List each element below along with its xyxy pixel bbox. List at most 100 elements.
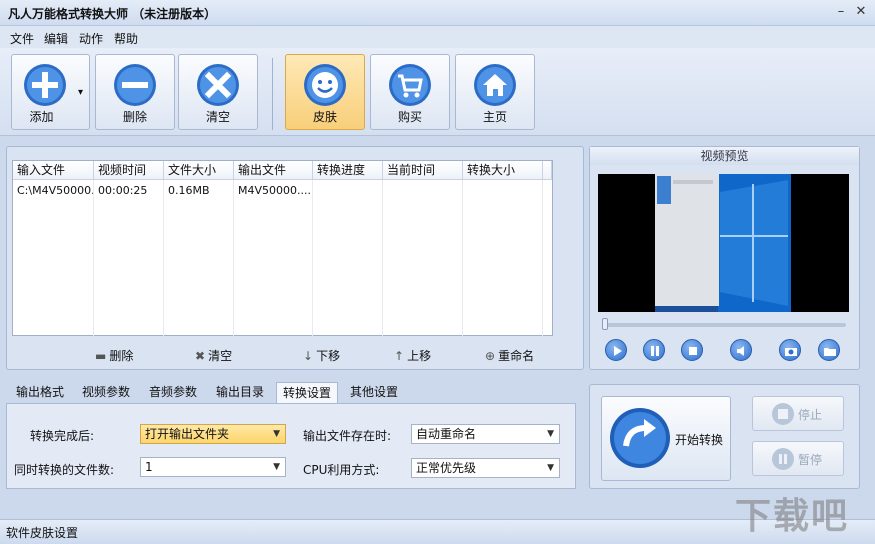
add-button[interactable]: 添加 ▾ <box>11 54 90 130</box>
crosshair-icon: ⊕ <box>485 349 496 363</box>
table-row[interactable]: C:\M4V50000... 00:00:25 0.16MB M4V50000.… <box>13 181 552 199</box>
x-icon: ✖ <box>195 349 206 363</box>
menu-help[interactable]: 帮助 <box>114 30 138 47</box>
tab-output-format[interactable]: 输出格式 <box>10 382 70 404</box>
column-divider <box>542 180 543 336</box>
clear-label: 清空 <box>205 110 230 124</box>
stop-button[interactable]: 停止 <box>752 396 844 431</box>
refresh-arrow-icon <box>610 408 670 468</box>
delete-button[interactable]: 删除 <box>95 54 175 130</box>
chevron-down-icon: ▼ <box>273 429 280 439</box>
menu-edit[interactable]: 编辑 <box>44 30 68 47</box>
cell-output-file: M4V50000.... <box>238 184 311 197</box>
home-label: 主页 <box>482 110 507 124</box>
tab-video-params[interactable]: 视频参数 <box>76 382 136 404</box>
start-convert-button[interactable]: 开始转换 <box>601 396 731 481</box>
close-button[interactable]: ✕ <box>852 4 870 20</box>
chevron-down-icon: ▼ <box>547 429 554 439</box>
watermark-logo: 下载吧 <box>735 496 850 537</box>
preview-title: 视频预览 <box>590 147 859 165</box>
stop-preview-button[interactable] <box>681 339 703 361</box>
chevron-down-icon: ▼ <box>547 463 554 473</box>
camera-icon <box>785 348 797 356</box>
home-button[interactable]: 主页 <box>455 54 535 130</box>
move-down-button[interactable]: ↓ 下移 <box>303 347 340 364</box>
pause-icon <box>772 448 794 470</box>
cart-icon <box>389 64 431 106</box>
menu-action[interactable]: 动作 <box>79 30 103 47</box>
x-circle-icon <box>197 64 239 106</box>
house-icon <box>474 64 516 106</box>
list-clear-label: 清空 <box>208 349 233 363</box>
minus-circle-icon <box>114 64 156 106</box>
column-header-size[interactable]: 文件大小 <box>164 161 234 180</box>
column-header-progress[interactable]: 转换进度 <box>313 161 383 180</box>
cpu-mode-select[interactable]: 正常优先级 ▼ <box>411 458 560 478</box>
menu-file[interactable]: 文件 <box>10 30 34 47</box>
column-header-filler <box>543 161 552 180</box>
video-preview <box>598 174 849 312</box>
cpu-mode-value: 正常优先级 <box>416 461 477 475</box>
window-title: 凡人万能格式转换大师 （未注册版本） <box>8 7 217 21</box>
move-up-label: 上移 <box>407 349 432 363</box>
column-header-duration[interactable]: 视频时间 <box>94 161 164 180</box>
column-divider <box>93 180 94 336</box>
stop-icon <box>689 347 697 355</box>
list-delete-label: 删除 <box>109 349 134 363</box>
tab-output-dir[interactable]: 输出目录 <box>210 382 270 404</box>
after-complete-select[interactable]: 打开输出文件夹 ▼ <box>140 424 286 444</box>
seek-bar[interactable] <box>603 323 846 327</box>
column-header-output[interactable]: 输出文件 <box>234 161 313 180</box>
play-icon <box>614 346 622 356</box>
buy-button[interactable]: 购买 <box>370 54 450 130</box>
pause-button[interactable]: 暂停 <box>752 441 844 476</box>
snapshot-button[interactable] <box>779 339 801 361</box>
smiley-icon <box>304 64 346 106</box>
column-header-converted-size[interactable]: 转换大小 <box>463 161 543 180</box>
cell-size: 0.16MB <box>168 184 210 197</box>
column-header-input[interactable]: 输入文件 <box>13 161 94 180</box>
open-folder-button[interactable] <box>818 339 840 361</box>
video-frame-image <box>598 174 849 312</box>
concurrent-files-select[interactable]: 1 ▼ <box>140 457 286 477</box>
arrow-up-icon: ↑ <box>394 349 405 363</box>
pause-label: 暂停 <box>798 453 823 467</box>
stop-label: 停止 <box>798 408 823 422</box>
column-header-current-time[interactable]: 当前时间 <box>383 161 463 180</box>
clear-button[interactable]: 清空 <box>178 54 258 130</box>
tab-audio-params[interactable]: 音频参数 <box>143 382 203 404</box>
pause-preview-button[interactable] <box>643 339 665 361</box>
seek-handle[interactable] <box>602 318 608 330</box>
folder-icon <box>824 348 836 356</box>
column-divider <box>163 180 164 336</box>
rename-button[interactable]: ⊕ 重命名 <box>485 347 534 364</box>
column-divider <box>312 180 313 336</box>
add-dropdown-arrow[interactable]: ▾ <box>78 87 83 98</box>
rename-label: 重命名 <box>498 349 535 363</box>
stop-icon <box>772 403 794 425</box>
toolbar-separator <box>272 58 273 130</box>
volume-button[interactable] <box>730 339 752 361</box>
play-button[interactable] <box>605 339 627 361</box>
skin-button[interactable]: 皮肤 <box>285 54 365 130</box>
column-divider <box>382 180 383 336</box>
plus-circle-icon <box>23 64 66 106</box>
add-label: 添加 <box>29 110 54 124</box>
move-up-button[interactable]: ↑ 上移 <box>394 347 431 364</box>
list-clear-button[interactable]: ✖ 清空 <box>195 347 232 364</box>
speaker-icon <box>737 346 744 356</box>
start-convert-label: 开始转换 <box>675 433 724 447</box>
concurrent-files-label: 同时转换的文件数: <box>14 463 115 477</box>
chevron-down-icon: ▼ <box>273 462 280 472</box>
file-table[interactable]: 输入文件 视频时间 文件大小 输出文件 转换进度 当前时间 转换大小 C:\M4… <box>12 160 553 336</box>
minimize-button[interactable]: – <box>832 4 850 20</box>
tab-convert-settings[interactable]: 转换设置 <box>276 382 339 404</box>
tab-other-settings[interactable]: 其他设置 <box>344 382 404 404</box>
concurrent-files-value: 1 <box>145 460 153 474</box>
skin-label: 皮肤 <box>312 110 337 124</box>
cell-duration: 00:00:25 <box>98 184 148 197</box>
list-delete-button[interactable]: ▬ 删除 <box>95 347 133 364</box>
file-exists-select[interactable]: 自动重命名 ▼ <box>411 424 560 444</box>
file-exists-value: 自动重命名 <box>416 427 477 441</box>
pause-icon <box>651 346 659 356</box>
